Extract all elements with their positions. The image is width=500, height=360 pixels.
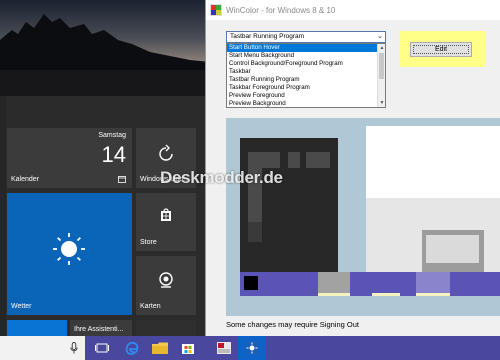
preview-task-underline (372, 293, 400, 296)
element-listbox[interactable]: Start Button Hover Start Menu Background… (226, 43, 386, 108)
focus-ring (413, 45, 469, 54)
start-menu-strip (0, 96, 6, 336)
color-swatch-panel: Edit (400, 31, 485, 67)
color-preview (226, 118, 500, 316)
calendar-date: 14 (101, 142, 126, 167)
tile-weather[interactable]: Wetter (7, 193, 132, 315)
tile-store[interactable]: Store (136, 193, 196, 251)
wincolor-icon (246, 342, 258, 354)
preview-task-underline (318, 293, 350, 296)
preview-tile (288, 152, 300, 168)
tile-blank[interactable] (136, 320, 196, 336)
preview-button (422, 230, 484, 274)
tile-label: Ihre Assistenti... (74, 326, 124, 333)
listbox-scrollbar[interactable]: ▲ ▼ (377, 44, 385, 107)
preview-start-menu (240, 138, 338, 272)
list-item[interactable]: Tastbar Running Program (227, 76, 385, 84)
app-button[interactable] (210, 336, 238, 360)
scroll-down-icon[interactable]: ▼ (378, 99, 385, 107)
preview-tile (248, 222, 262, 242)
tile-label: Store (140, 239, 157, 246)
scroll-up-icon[interactable]: ▲ (378, 44, 385, 52)
list-item[interactable]: Preview Background (227, 100, 385, 107)
preview-task-underline (416, 293, 450, 296)
window-title: WinColor - for Windows 8 & 10 (226, 5, 336, 15)
wincolor-button[interactable] (238, 336, 266, 360)
chevron-down-icon[interactable]: ⌄ (377, 32, 383, 42)
task-view-button[interactable] (88, 336, 116, 360)
store-button[interactable] (174, 336, 202, 360)
store-icon (161, 208, 171, 221)
window-titlebar[interactable]: WinColor - for Windows 8 & 10 (206, 0, 500, 20)
list-item[interactable]: Taskbar Foreground Program (227, 84, 385, 92)
start-menu: Samstag 14 Kalender Windows Upd... Wette… (0, 96, 208, 336)
preview-window-title (366, 126, 500, 138)
microphone-icon[interactable] (70, 342, 78, 354)
tile-label: Karten (140, 303, 161, 310)
list-item[interactable]: Taskbar (227, 68, 385, 76)
preview-tile (262, 152, 280, 168)
folder-icon (152, 342, 168, 354)
refresh-icon (159, 144, 173, 161)
element-dropdown[interactable]: Tastbar Running Program ⌄ (226, 31, 386, 43)
mail-icon (217, 342, 231, 354)
taskbar (0, 336, 500, 360)
explorer-button[interactable] (146, 336, 174, 360)
tile-assistant[interactable]: Ihre Assistenti... (70, 320, 132, 336)
calendar-day: Samstag (98, 132, 126, 139)
edge-icon (125, 341, 139, 355)
list-item[interactable]: Start Menu Background (227, 52, 385, 60)
edit-button[interactable]: Edit (410, 42, 472, 57)
tile-maps[interactable]: Karten (136, 256, 196, 315)
tile-label: Wetter (11, 303, 32, 310)
list-item[interactable]: Start Button Hover (227, 44, 385, 52)
preview-window (366, 126, 500, 292)
scroll-thumb[interactable] (379, 53, 384, 79)
tile-label: Kalender (11, 176, 40, 183)
watermark: Deskmodder.de (160, 168, 283, 187)
preview-button-face (426, 235, 479, 263)
preview-window-body (366, 138, 500, 198)
dropdown-value: Tastbar Running Program (230, 33, 305, 40)
sun-icon (53, 233, 85, 265)
task-view-icon (95, 343, 109, 353)
edge-button[interactable] (118, 336, 146, 360)
tile-calendar[interactable]: Samstag 14 Kalender (7, 128, 132, 188)
camera-icon (159, 272, 173, 288)
list-item[interactable]: Preview Foreground (227, 92, 385, 100)
preview-taskbar (240, 272, 500, 296)
calendar-icon (118, 176, 126, 183)
desktop-wallpaper (0, 0, 210, 96)
tile-blue[interactable] (7, 320, 67, 336)
app-icon (210, 4, 222, 16)
store-icon (182, 344, 194, 354)
preview-start-button (244, 276, 258, 290)
taskbar-search-box[interactable] (0, 336, 85, 360)
preview-tile (248, 152, 262, 168)
preview-tile (306, 152, 330, 168)
status-message: Some changes may require Signing Out (226, 320, 359, 329)
list-item[interactable]: Control Background/Foreground Program (227, 60, 385, 68)
